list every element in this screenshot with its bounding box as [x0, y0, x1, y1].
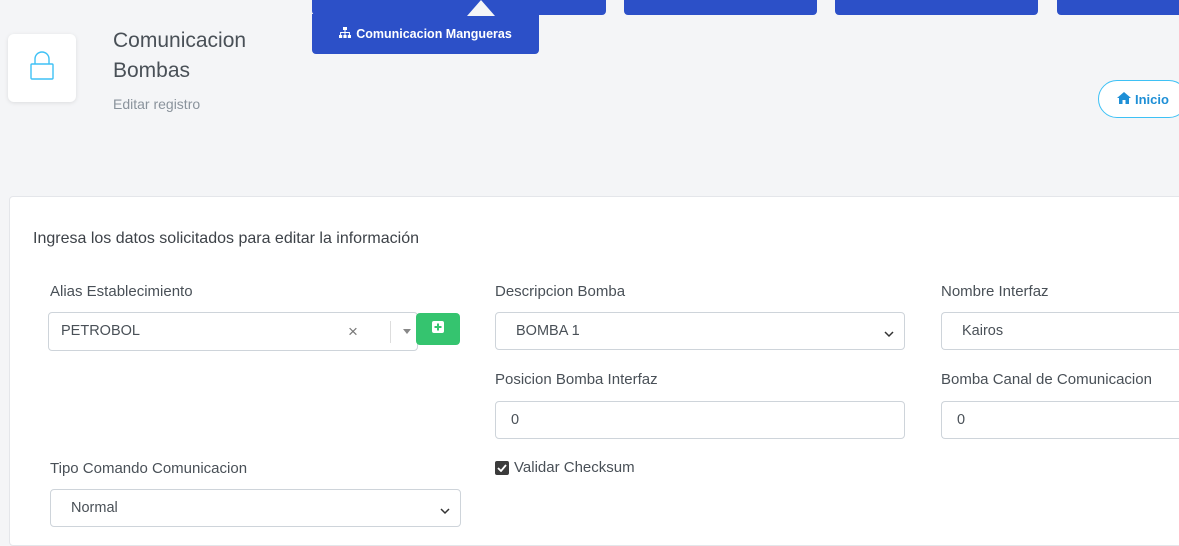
alias-value: PETROBOL	[61, 323, 140, 339]
tipo-value: Normal	[71, 500, 118, 516]
plus-square-icon	[432, 320, 444, 338]
lock-icon	[29, 50, 55, 86]
checksum-label: Validar Checksum	[514, 459, 635, 476]
descripcion-value: BOMBA 1	[516, 323, 580, 339]
interfaz-value: Kairos	[962, 323, 1004, 339]
page-title: Comunicacion Bombas	[113, 29, 247, 82]
page-subtitle: Editar registro	[113, 96, 201, 112]
home-icon	[1117, 91, 1131, 107]
canal-label: Bomba Canal de Comunicacion	[941, 371, 1152, 388]
home-button[interactable]: Inicio	[1098, 80, 1179, 118]
dropdown-arrow-icon[interactable]	[403, 329, 411, 334]
posicion-value: 0	[511, 412, 520, 428]
alias-select[interactable]: PETROBOL ×	[48, 312, 418, 351]
tipo-select[interactable]: Normal	[50, 489, 461, 527]
top-tab-4[interactable]	[1057, 0, 1179, 15]
interfaz-label: Nombre Interfaz	[941, 283, 1049, 300]
chevron-down-icon	[884, 326, 894, 342]
active-tab-indicator	[467, 0, 495, 16]
top-tab-3[interactable]	[835, 0, 1038, 15]
header-icon-box	[8, 34, 76, 102]
add-establecimiento-button[interactable]	[416, 313, 460, 345]
select-divider	[390, 321, 391, 343]
posicion-label: Posicion Bomba Interfaz	[495, 371, 658, 388]
posicion-input[interactable]: 0	[495, 401, 905, 439]
form-intro: Ingresa los datos solicitados para edita…	[33, 230, 419, 247]
canal-value: 0	[957, 412, 966, 428]
tab-comunicacion-mangueras[interactable]: Comunicacion Mangueras	[312, 14, 539, 54]
top-tab-2[interactable]	[624, 0, 817, 15]
interfaz-input[interactable]: Kairos	[941, 312, 1179, 350]
descripcion-select[interactable]: BOMBA 1	[495, 312, 905, 350]
chevron-down-icon	[440, 503, 450, 519]
sitemap-icon	[339, 26, 352, 42]
tipo-label: Tipo Comando Comunicacion	[50, 460, 248, 477]
top-tab-1[interactable]	[312, 0, 606, 15]
canal-input[interactable]: 0	[941, 401, 1179, 439]
home-button-label: Inicio	[1135, 91, 1169, 107]
tab-mangueras-label: Comunicacion Mangueras	[356, 27, 512, 41]
alias-label: Alias Establecimiento	[50, 283, 193, 300]
clear-icon[interactable]: ×	[348, 323, 358, 340]
checksum-option[interactable]: Validar Checksum	[495, 459, 635, 476]
descripcion-label: Descripcion Bomba	[495, 283, 626, 300]
checksum-checkbox[interactable]	[495, 460, 509, 475]
